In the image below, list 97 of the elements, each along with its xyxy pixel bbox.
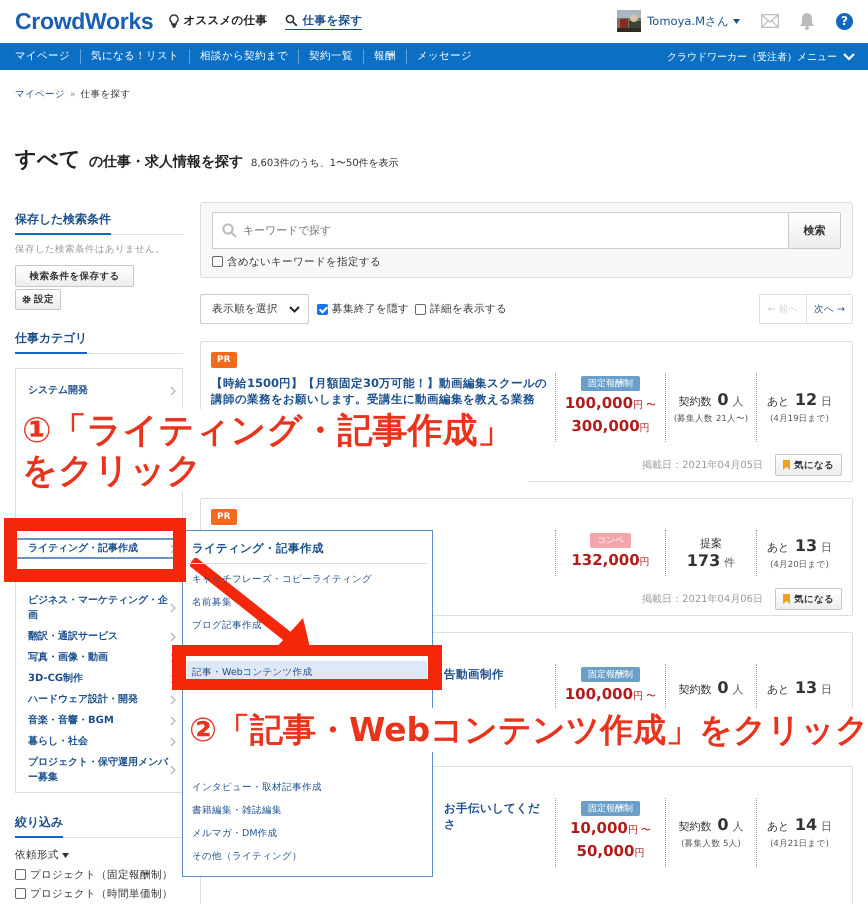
save-search-button[interactable]: 検索条件を保存する [15, 265, 134, 287]
job-title-link[interactable]: お手伝いしてくださ [444, 800, 547, 832]
pay-type-badge: 固定報酬制 [581, 376, 640, 391]
filter-dropdown[interactable]: 依頼形式 [15, 848, 183, 862]
category-item[interactable]: 写真・画像・動画 [16, 647, 182, 668]
checkbox-label[interactable]: プロジェクト（固定報酬制） [30, 868, 173, 882]
menu-dropdown[interactable]: クラウドワーカー（受注者）メニュー [667, 50, 863, 64]
contract-count: 契約数 0 人 [678, 678, 744, 696]
contract-count: 契約数 0 人 [678, 815, 744, 834]
submenu-title: ライティング・記事作成 [187, 539, 427, 564]
next-page-button[interactable]: 次へ → [806, 295, 852, 323]
nav-link[interactable]: マイページ [5, 49, 80, 64]
contract-count: 提案 173 件 [686, 536, 736, 570]
header-link[interactable]: 仕事を探す [285, 12, 362, 30]
category-item[interactable]: 翻訳・通訳サービス [16, 626, 182, 647]
recruit-note: (募集人数 21人〜) [674, 413, 748, 425]
search-field[interactable]: キーワードで探す [212, 212, 788, 249]
deadline-date: (4月20日まで) [770, 558, 829, 570]
price-text: 132,000円 [571, 550, 650, 571]
category-item[interactable]: ハードウェア設計・開発 [16, 689, 182, 710]
gear-icon [22, 295, 31, 304]
search-button[interactable]: 検索 [788, 212, 841, 249]
nav-link[interactable]: 相談から契約まで [189, 49, 298, 64]
posted-date: 掲載日：2021年04月05日 [642, 458, 763, 472]
days-left: あと 12 日 [766, 390, 832, 409]
price-text: 300,000円 [571, 416, 650, 437]
deadline-date: (4月19日まで) [770, 413, 829, 425]
breadcrumb-link[interactable]: マイページ [15, 88, 65, 101]
result-count: 8,603件のうち、1〜50件を表示 [251, 156, 399, 170]
checkbox[interactable] [15, 888, 26, 899]
contract-count: 契約数 0 人 [678, 390, 744, 409]
sort-select[interactable]: 表示順を選択 [200, 294, 309, 324]
pay-type-badge: 固定報酬制 [581, 801, 640, 816]
price-text: 50,000円 [576, 841, 644, 862]
job-title-link[interactable]: 告動画制作 [444, 666, 504, 682]
price-text: 10,000円 〜 [570, 818, 652, 839]
submenu-item[interactable]: ブログ記事作成 [187, 614, 267, 637]
pr-badge: PR [211, 352, 237, 368]
breadcrumb-separator: » [70, 90, 76, 100]
category-item[interactable]: 暮らし・社会 [16, 731, 182, 752]
posted-date: 掲載日：2021年04月06日 [642, 592, 763, 606]
bookmark-button[interactable]: 気になる [775, 588, 842, 610]
category-item[interactable]: システム開発 [16, 380, 182, 401]
bookmark-button[interactable]: 気になる [775, 454, 842, 476]
category-title: すべて [15, 146, 81, 173]
checkbox[interactable] [415, 304, 426, 314]
category-item[interactable]: プロジェクト・保守運用メンバー募集 [16, 752, 182, 788]
category-item[interactable]: 音楽・音響・BGM [16, 710, 182, 731]
checkbox[interactable] [15, 869, 26, 880]
checkbox[interactable] [212, 256, 223, 267]
category-item[interactable]: ビジネス・マーケティング・企画 [16, 590, 182, 626]
help-button[interactable]: ? [836, 12, 853, 30]
recruit-note: (募集人数 5人) [681, 838, 741, 850]
section-heading: 仕事カテゴリ [15, 327, 87, 354]
user-menu[interactable]: Tomoya.Mさん [647, 14, 740, 28]
price-text: 100,000円 〜 [564, 393, 656, 414]
caret-icon [62, 852, 69, 858]
chevron-down-icon [289, 306, 300, 312]
section-heading: 保存した検索条件 [15, 208, 111, 235]
nav-link[interactable]: 契約一覧 [298, 49, 363, 64]
page-title: の仕事・求人情報を探す [89, 153, 243, 171]
pay-type-badge: 固定報酬制 [581, 667, 640, 682]
pr-badge: PR [211, 509, 237, 525]
submenu-item[interactable]: メルマガ・DM作成 [187, 822, 283, 845]
deadline-date: (4月21日まで) [770, 838, 829, 850]
bookmark-icon [783, 460, 790, 470]
checkbox-label[interactable]: 含めないキーワードを指定する [227, 254, 381, 268]
price-text: 100,000円 〜 [564, 684, 656, 705]
caret-icon [733, 18, 740, 24]
empty-message: 保存した検索条件はありません。 [15, 243, 166, 256]
nav-link[interactable]: メッセージ [406, 49, 482, 64]
days-left: あと 14 日 [766, 815, 832, 834]
category-item[interactable]: 3D-CG制作 [16, 668, 182, 689]
nav-link[interactable]: 報酬 [363, 49, 406, 64]
checkbox-label[interactable]: 詳細を表示する [430, 302, 507, 316]
breadcrumb-current: 仕事を探す [80, 88, 131, 101]
category-item[interactable]: ライティング・記事作成 [16, 538, 182, 559]
pay-type-badge: コンペ [590, 533, 631, 548]
bookmark-icon [783, 594, 790, 604]
checkbox-label[interactable]: 募集終了を隠す [332, 302, 409, 316]
checkbox-label[interactable]: プロジェクト（時間単価制） [30, 886, 173, 900]
submenu-item[interactable]: インタビュー・取材記事作成 [187, 776, 327, 799]
logo[interactable]: CrowdWorks [15, 8, 154, 34]
search-icon [285, 14, 298, 26]
job-title-link[interactable]: 【時給1500円】【月額固定30万可能！】動画編集スクールの講師の業務をお願いします。受講生に動画編集を教える業務 [211, 375, 547, 407]
header-link[interactable]: オススメの仕事 [169, 13, 268, 29]
chevron-down-icon [843, 52, 855, 60]
submenu-item[interactable]: 名前募集 [187, 591, 237, 614]
lightbulb-icon [169, 14, 180, 28]
checkbox[interactable] [317, 304, 328, 314]
days-left: あと 13 日 [766, 678, 832, 696]
submenu-item[interactable]: その他（ライティング） [187, 845, 307, 868]
submenu-item[interactable]: 書籍編集・雑誌編集 [187, 799, 287, 822]
section-heading: 絞り込み [15, 811, 63, 838]
nav-link[interactable]: 気になる！リスト [80, 49, 189, 64]
settings-button[interactable]: 設定 [15, 289, 61, 310]
days-left: あと 13 日 [766, 536, 832, 554]
